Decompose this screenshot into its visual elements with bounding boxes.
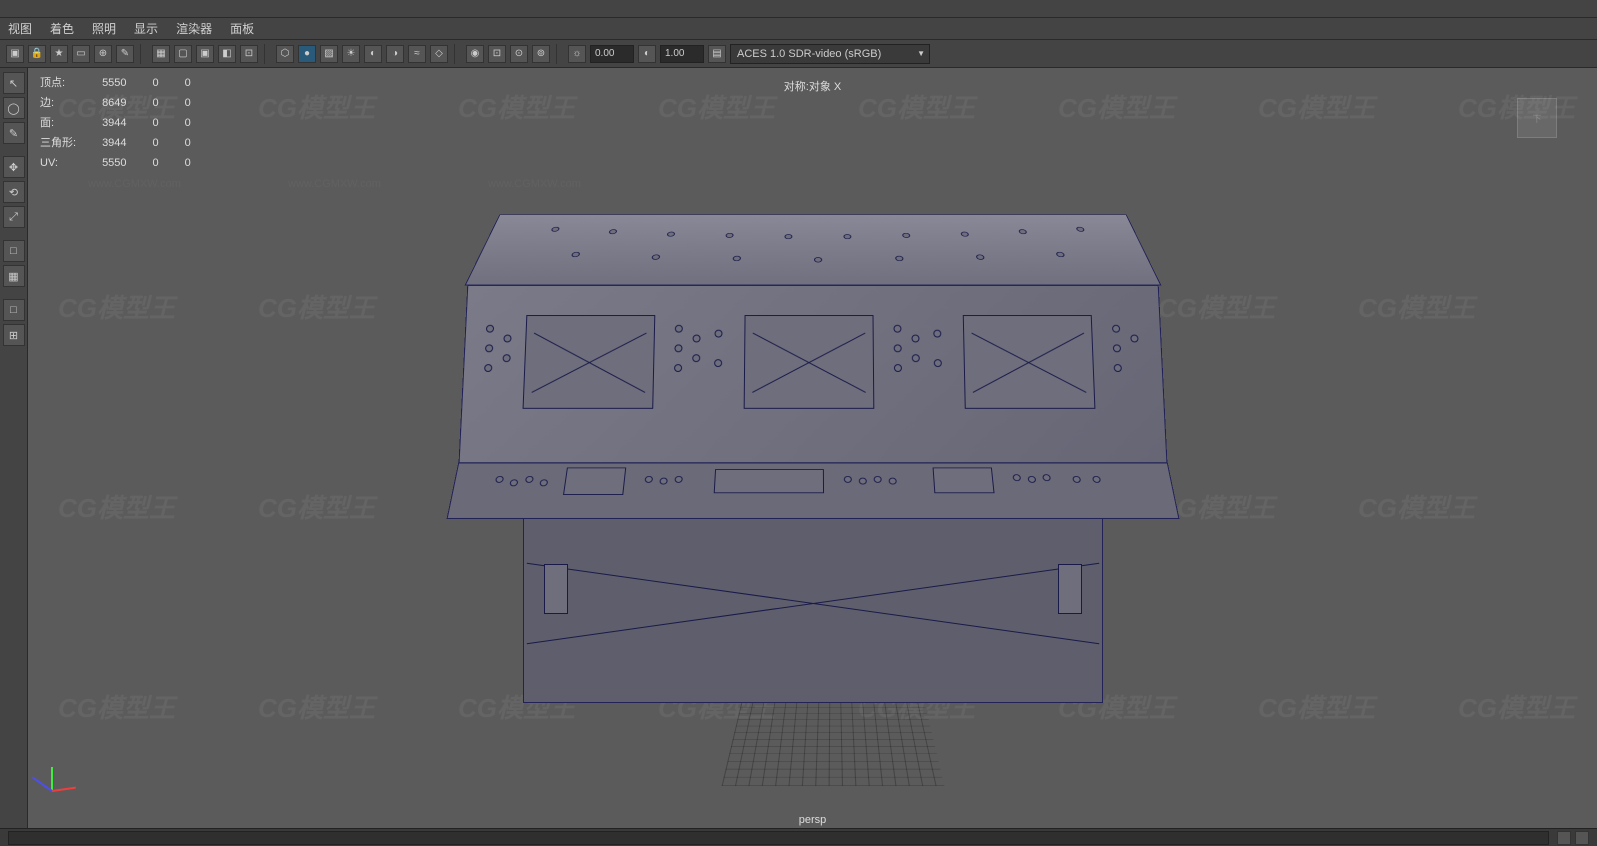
watermark-logo: CG模型王 [858, 88, 975, 125]
status-bar [0, 828, 1597, 846]
toolbox: ↖ ◯ ✎ ✥ ⟲ ⤢ □ ▦ □ ⊞ [0, 68, 28, 828]
watermark-logo: CG模型王 [258, 88, 375, 125]
camera-name-label: persp [799, 814, 827, 826]
separator [140, 44, 146, 64]
watermark-logo: CG模型王 [1058, 88, 1175, 125]
script-editor-icon[interactable] [1557, 831, 1571, 845]
isolate-select-icon[interactable]: ◉ [466, 45, 484, 63]
gate-mask-icon[interactable]: ◧ [218, 45, 236, 63]
xray-joints-icon[interactable]: ⊙ [510, 45, 528, 63]
panel-menu-bar: 视图 着色 照明 显示 渲染器 面板 [0, 18, 1597, 40]
image-plane-icon[interactable]: ▭ [72, 45, 90, 63]
watermark-logo: CG模型王 [458, 88, 575, 125]
axis-x [52, 787, 76, 792]
menu-shading[interactable]: 着色 [50, 20, 74, 37]
shadows-icon[interactable]: ◐ [364, 45, 382, 63]
safe-action-icon[interactable]: ⊡ [240, 45, 258, 63]
menu-panels[interactable]: 面板 [230, 20, 254, 37]
command-line[interactable] [8, 831, 1549, 845]
watermark-logo: CG模型王 [258, 688, 375, 725]
separator [454, 44, 460, 64]
bookmark-icon[interactable]: ★ [50, 45, 68, 63]
watermark-url: www.CGMXW.com [88, 178, 181, 190]
layout-four[interactable]: ⊞ [3, 324, 25, 346]
viewcube[interactable]: 下 [1507, 88, 1567, 148]
viewport-toolbar: ▣ 🔒 ★ ▭ ⊕ ✎ ▦ ▢ ▣ ◧ ⊡ ⬡ ● ▨ ☀ ◐ ◑ ≈ ◇ ◉ … [0, 40, 1597, 68]
textured-icon[interactable]: ▨ [320, 45, 338, 63]
watermark-logo: CG模型王 [658, 88, 775, 125]
watermark-logo: CG模型王 [58, 488, 175, 525]
2d-pan-icon[interactable]: ⊕ [94, 45, 112, 63]
watermark-logo: CG模型王 [1358, 288, 1475, 325]
xray-icon[interactable]: ⊡ [488, 45, 506, 63]
hud-symmetry-label: 对称:对象 X [784, 78, 841, 94]
move-tool[interactable]: ✥ [3, 156, 25, 178]
watermark-logo: CG模型王 [1358, 488, 1475, 525]
main-area: ↖ ◯ ✎ ✥ ⟲ ⤢ □ ▦ □ ⊞ 顶点:555000 边:864900 面… [0, 68, 1597, 828]
ground-grid [721, 699, 944, 786]
gamma-icon[interactable]: ◐ [638, 45, 656, 63]
rotate-tool[interactable]: ⟲ [3, 181, 25, 203]
help-line-icon[interactable] [1575, 831, 1589, 845]
last-tool[interactable]: □ [3, 240, 25, 262]
model-front-panel [458, 285, 1167, 463]
paint-select-tool[interactable]: ✎ [3, 122, 25, 144]
select-camera-icon[interactable]: ▣ [6, 45, 24, 63]
watermark-logo: CG模型王 [1258, 688, 1375, 725]
scale-tool[interactable]: ⤢ [3, 206, 25, 228]
use-all-lights-icon[interactable]: ☀ [342, 45, 360, 63]
layout-single[interactable]: □ [3, 299, 25, 321]
exposure-field[interactable] [590, 45, 634, 63]
watermark-logo: CG模型王 [258, 288, 375, 325]
viewcube-face[interactable]: 下 [1517, 98, 1557, 138]
watermark-logo: CG模型王 [58, 288, 175, 325]
wireframe-icon[interactable]: ⬡ [276, 45, 294, 63]
film-gate-icon[interactable]: ▢ [174, 45, 192, 63]
watermark-logo: CG模型王 [1458, 688, 1575, 725]
watermark-logo: CG模型王 [258, 488, 375, 525]
watermark-url: www.CGMXW.com [288, 178, 381, 190]
watermark-logo: CG模型王 [1258, 88, 1375, 125]
separator [556, 44, 562, 64]
menu-lighting[interactable]: 照明 [92, 20, 116, 37]
axis-indicator [44, 750, 94, 800]
model-wireframe [423, 153, 1203, 713]
color-space-dropdown[interactable]: ACES 1.0 SDR-video (sRGB) [730, 44, 930, 64]
resolution-gate-icon[interactable]: ▣ [196, 45, 214, 63]
select-tool[interactable]: ↖ [3, 72, 25, 94]
xray-components-icon[interactable]: ⊚ [532, 45, 550, 63]
shelf-row [0, 0, 1597, 18]
hud-poly-stats: 顶点:555000 边:864900 面:394400 三角形:394400 U… [38, 72, 217, 174]
view-transform-icon[interactable]: ▤ [708, 45, 726, 63]
snap-tool[interactable]: ▦ [3, 265, 25, 287]
menu-show[interactable]: 显示 [134, 20, 158, 37]
axis-z [32, 776, 53, 791]
menu-view[interactable]: 视图 [8, 20, 32, 37]
lock-camera-icon[interactable]: 🔒 [28, 45, 46, 63]
status-icons [1557, 831, 1589, 845]
lasso-tool[interactable]: ◯ [3, 97, 25, 119]
separator [264, 44, 270, 64]
ao-icon[interactable]: ◑ [386, 45, 404, 63]
grid-icon[interactable]: ▦ [152, 45, 170, 63]
model-base [523, 503, 1103, 703]
anti-alias-icon[interactable]: ◇ [430, 45, 448, 63]
watermark-logo: CG模型王 [58, 688, 175, 725]
exposure-icon[interactable]: ☼ [568, 45, 586, 63]
menu-renderer[interactable]: 渲染器 [176, 20, 212, 37]
motion-blur-icon[interactable]: ≈ [408, 45, 426, 63]
gamma-field[interactable] [660, 45, 704, 63]
model-desk [446, 458, 1179, 519]
smooth-shade-icon[interactable]: ● [298, 45, 316, 63]
model-top [464, 214, 1161, 285]
grease-pencil-icon[interactable]: ✎ [116, 45, 134, 63]
axis-y [51, 767, 53, 791]
color-space-value: ACES 1.0 SDR-video (sRGB) [737, 48, 881, 60]
viewport-persp[interactable]: 顶点:555000 边:864900 面:394400 三角形:394400 U… [28, 68, 1597, 828]
